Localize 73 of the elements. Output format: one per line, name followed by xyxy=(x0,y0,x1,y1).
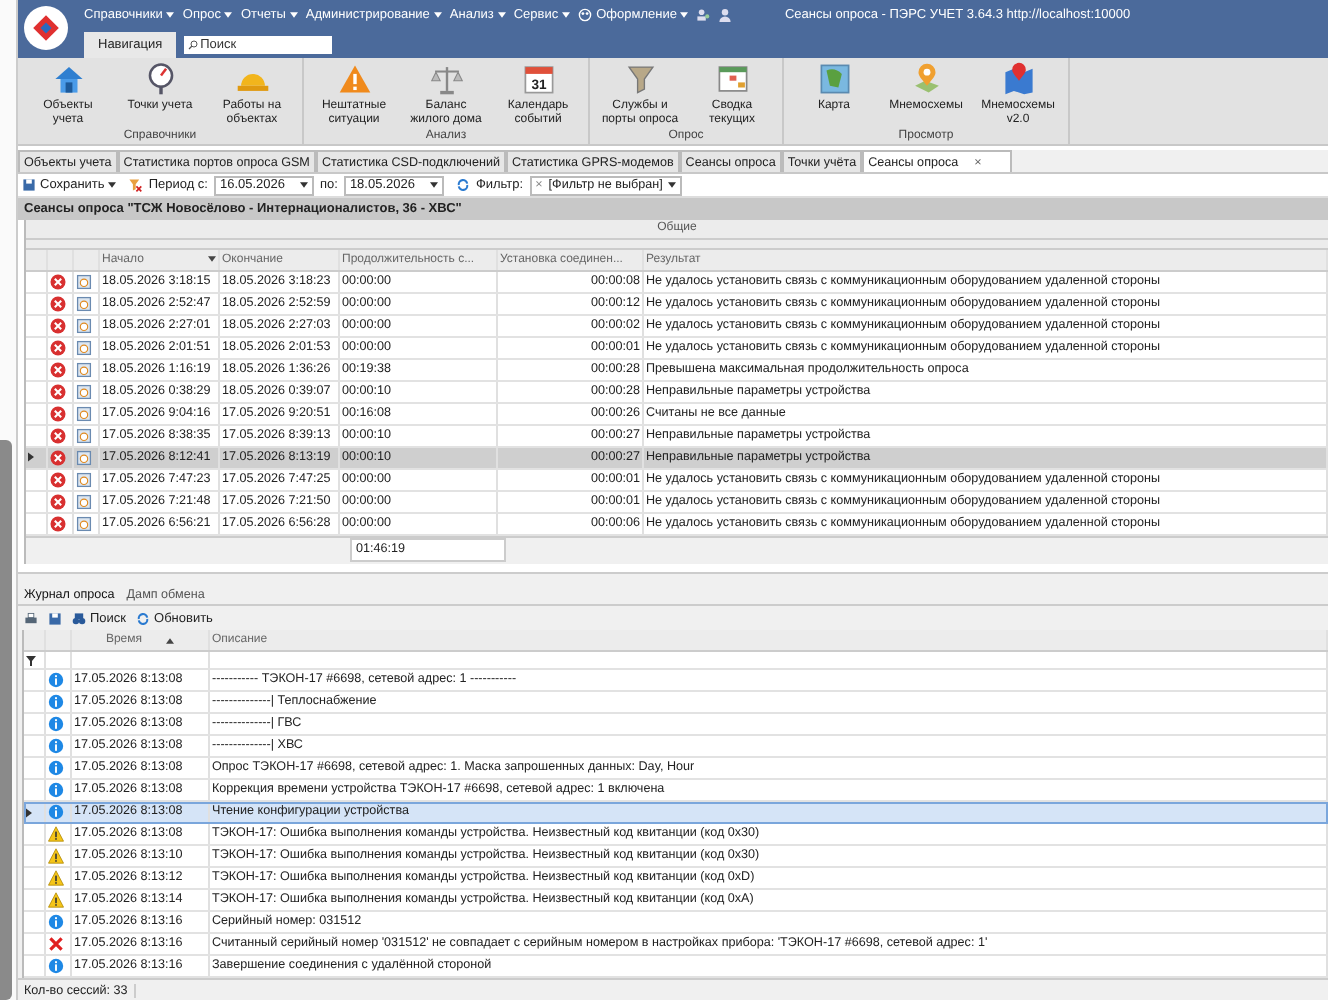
info-icon xyxy=(48,804,64,821)
clock-icon xyxy=(76,449,92,466)
caret-icon xyxy=(497,12,506,18)
scrollbar-thumb[interactable] xyxy=(0,440,12,1000)
cross-icon xyxy=(48,936,64,953)
caret-icon xyxy=(299,182,308,189)
clock-icon xyxy=(76,493,92,510)
row-pointer-icon xyxy=(28,452,34,463)
error-icon xyxy=(50,449,66,466)
error-icon xyxy=(50,493,66,510)
row-pointer-icon xyxy=(26,807,32,818)
clear-filter-icon[interactable] xyxy=(128,178,143,193)
error-icon xyxy=(50,295,66,312)
error-icon xyxy=(50,383,66,400)
user-icon[interactable] xyxy=(718,8,733,22)
search-icon xyxy=(188,40,199,50)
info-icon xyxy=(48,738,64,755)
refresh-icon xyxy=(136,611,151,626)
map-pin-icon xyxy=(1001,62,1035,96)
filter-icon[interactable] xyxy=(26,655,36,666)
info-icon xyxy=(48,672,64,689)
info-icon xyxy=(48,782,64,799)
error-icon xyxy=(50,273,66,290)
clock-icon xyxy=(76,339,92,356)
info-icon xyxy=(48,694,64,711)
table-icon xyxy=(715,62,749,96)
clock-icon xyxy=(76,361,92,378)
caret-icon xyxy=(108,182,117,189)
clock-icon xyxy=(76,515,92,532)
logo-icon xyxy=(24,6,68,50)
error-icon xyxy=(50,427,66,444)
map-icon xyxy=(817,62,851,96)
sort-icon xyxy=(208,256,216,263)
error-icon xyxy=(50,515,66,532)
save-icon[interactable] xyxy=(48,611,62,626)
clock-icon xyxy=(76,317,92,334)
house-icon xyxy=(51,62,85,96)
clock-icon xyxy=(76,471,92,488)
caret-icon xyxy=(289,12,298,18)
clock-icon xyxy=(76,427,92,444)
palette-icon xyxy=(578,8,593,22)
error-icon xyxy=(50,405,66,422)
info-icon xyxy=(48,760,64,777)
error-icon xyxy=(50,339,66,356)
caret-icon xyxy=(668,182,677,189)
warning-icon xyxy=(48,848,64,865)
caret-icon xyxy=(562,12,571,18)
info-icon xyxy=(48,716,64,733)
error-icon xyxy=(50,317,66,334)
info-icon xyxy=(48,914,64,931)
funnel-icon xyxy=(623,62,657,96)
clock-icon xyxy=(76,295,92,312)
clock-icon xyxy=(76,405,92,422)
scales-icon xyxy=(429,62,463,96)
caret-icon xyxy=(680,12,689,18)
caret-icon xyxy=(166,12,175,18)
error-icon xyxy=(50,361,66,378)
users-icon[interactable] xyxy=(696,8,711,22)
warning-icon xyxy=(48,892,64,909)
warning-icon xyxy=(337,62,371,96)
refresh-icon[interactable] xyxy=(455,178,470,193)
binoculars-icon xyxy=(72,611,86,626)
gauge-icon xyxy=(143,62,177,96)
print-icon[interactable] xyxy=(24,611,38,626)
warning-icon xyxy=(48,870,64,887)
error-icon xyxy=(50,471,66,488)
clock-icon xyxy=(76,273,92,290)
clock-icon xyxy=(76,383,92,400)
caret-icon xyxy=(429,182,438,189)
caret-icon xyxy=(224,12,233,18)
caret-icon xyxy=(433,12,442,18)
sort-icon xyxy=(166,637,175,644)
warning-icon xyxy=(48,826,64,843)
